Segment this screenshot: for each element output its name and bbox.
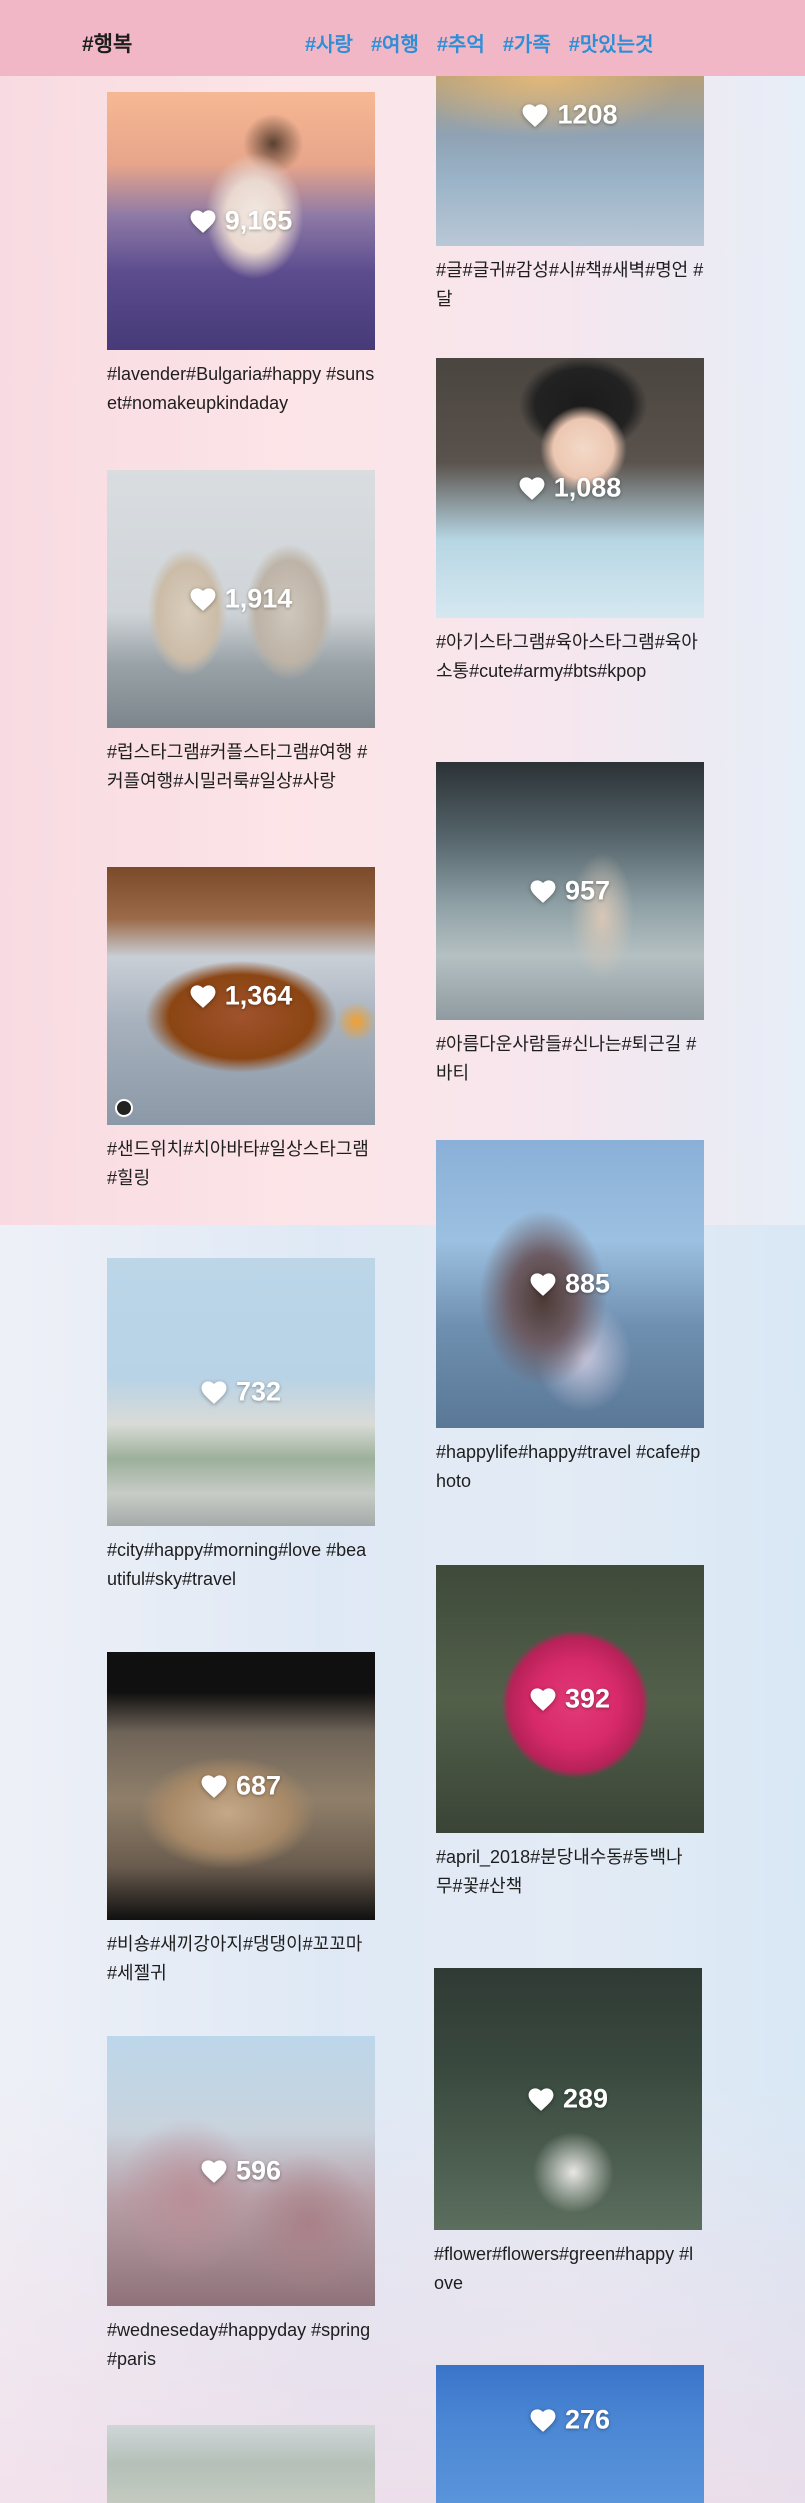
heart-icon bbox=[530, 2409, 556, 2432]
post-card[interactable] bbox=[107, 2425, 375, 2503]
heart-icon bbox=[530, 879, 556, 903]
post-photo[interactable]: 732 bbox=[107, 1258, 375, 1526]
post-card[interactable]: 289 #flower#flowers#green#happy #love bbox=[434, 1968, 702, 2298]
post-card[interactable]: 276 bbox=[436, 2365, 704, 2503]
like-count: 276 bbox=[436, 2405, 704, 2436]
heart-icon bbox=[190, 209, 216, 233]
like-count-value: 276 bbox=[564, 2404, 611, 2435]
post-tags: #글#글귀#감성#시#책#새벽#명언 #달 bbox=[436, 260, 704, 309]
nav-link-memory[interactable]: #추억 bbox=[437, 28, 485, 57]
heart-icon bbox=[530, 1272, 556, 1296]
post-tags: #wedneseday#happyday #spring#paris bbox=[107, 2320, 371, 2369]
like-count: 1,088 bbox=[436, 473, 704, 504]
like-count: 9,165 bbox=[107, 206, 375, 237]
like-count: 732 bbox=[107, 1377, 375, 1408]
post-tags: #april_2018#분당내수동#동백나 무#꽃#산책 bbox=[436, 1847, 683, 1896]
post-tags: #happylife#happy#travel #cafe#photo bbox=[436, 1442, 701, 1491]
like-count: 392 bbox=[436, 1684, 704, 1715]
heart-icon bbox=[519, 476, 545, 500]
post-card[interactable]: 9,165 #lavender#Bulgaria#happy #sunset#n… bbox=[107, 92, 375, 418]
post-card[interactable]: 1,364 #샌드위치#치아바타#일상스타그램 #힐링 bbox=[107, 867, 375, 1193]
post-tags: #비숑#새끼강아지#댕댕이#꼬꼬마 #세젤귀 bbox=[107, 1934, 363, 1983]
like-count: 289 bbox=[434, 2084, 702, 2115]
user-avatar-icon[interactable] bbox=[115, 1099, 133, 1117]
site-logo[interactable]: #행복 bbox=[82, 28, 132, 58]
post-photo[interactable]: 1,364 bbox=[107, 867, 375, 1125]
heart-icon bbox=[201, 2159, 227, 2183]
nav-link-travel[interactable]: #여행 bbox=[371, 28, 419, 57]
heart-icon bbox=[201, 1380, 227, 1404]
post-photo[interactable]: 9,165 bbox=[107, 92, 375, 350]
post-tags: #flower#flowers#green#happy #love bbox=[434, 2244, 694, 2293]
heart-icon bbox=[201, 1774, 227, 1798]
like-count: 687 bbox=[107, 1771, 375, 1802]
like-count-value: 1,914 bbox=[224, 583, 293, 614]
like-count-value: 289 bbox=[562, 2083, 609, 2114]
nav-link-family[interactable]: #가족 bbox=[503, 28, 551, 57]
heart-icon bbox=[528, 2087, 554, 2111]
post-photo[interactable]: 1,914 bbox=[107, 470, 375, 728]
like-count: 1,914 bbox=[107, 584, 375, 615]
like-count: 1,364 bbox=[107, 981, 375, 1012]
post-photo[interactable] bbox=[107, 2425, 375, 2503]
like-count-value: 596 bbox=[235, 2155, 282, 2186]
post-card[interactable]: 687 #비숑#새끼강아지#댕댕이#꼬꼬마 #세젤귀 bbox=[107, 1652, 375, 1988]
post-card[interactable]: 596 #wedneseday#happyday #spring#paris bbox=[107, 2036, 375, 2374]
like-count-value: 1,088 bbox=[553, 472, 622, 503]
post-card[interactable]: 1,088 #아기스타그램#육아스타그램#육아 소통#cute#army#bts… bbox=[436, 358, 704, 686]
like-count-value: 392 bbox=[564, 1683, 611, 1714]
heart-icon bbox=[530, 1687, 556, 1711]
post-photo[interactable]: 957 bbox=[436, 762, 704, 1020]
post-tags: #lavender#Bulgaria#happy #sunset#nomakeu… bbox=[107, 364, 375, 413]
post-photo[interactable]: 392 bbox=[436, 1565, 704, 1833]
post-card[interactable]: 392 #april_2018#분당내수동#동백나 무#꽃#산책 bbox=[436, 1565, 704, 1901]
post-card[interactable]: 1,914 #럽스타그램#커플스타그램#여행 #커플여행#시밀러룩#일상#사랑 bbox=[107, 470, 375, 796]
like-count: 885 bbox=[436, 1269, 704, 1300]
like-count: 957 bbox=[436, 876, 704, 907]
post-card[interactable]: 732 #city#happy#morning#love #beautiful#… bbox=[107, 1258, 375, 1594]
nav-menu: #사랑 #여행 #추억 #가족 #맛있는것 bbox=[305, 28, 671, 57]
post-photo[interactable]: 276 bbox=[436, 2365, 704, 2503]
post-card[interactable]: 957 #아름다운사람들#신나는#퇴근길 #바티 bbox=[436, 762, 704, 1088]
like-count: 1208 bbox=[436, 100, 704, 131]
like-count: 596 bbox=[107, 2156, 375, 2187]
post-photo[interactable]: 596 bbox=[107, 2036, 375, 2306]
post-tags: #아름다운사람들#신나는#퇴근길 #바티 bbox=[436, 1034, 697, 1083]
heart-icon bbox=[190, 587, 216, 611]
heart-icon bbox=[190, 984, 216, 1008]
post-photo[interactable]: 885 bbox=[436, 1140, 704, 1428]
post-tags: #샌드위치#치아바타#일상스타그램 #힐링 bbox=[107, 1139, 369, 1188]
post-tags: #아기스타그램#육아스타그램#육아 소통#cute#army#bts#kpop bbox=[436, 632, 698, 681]
like-count-value: 957 bbox=[564, 875, 611, 906]
post-tags: #city#happy#morning#love #beautiful#sky#… bbox=[107, 1540, 367, 1589]
post-photo[interactable]: 1,088 bbox=[436, 358, 704, 618]
nav-link-food[interactable]: #맛있는것 bbox=[569, 28, 654, 57]
like-count-value: 1,364 bbox=[224, 980, 293, 1011]
post-photo[interactable]: 289 bbox=[434, 1968, 702, 2230]
like-count-value: 885 bbox=[564, 1268, 611, 1299]
post-photo[interactable]: 687 bbox=[107, 1652, 375, 1920]
post-photo[interactable]: 1208 bbox=[436, 76, 704, 246]
like-count-value: 9,165 bbox=[224, 205, 293, 236]
post-tags: #럽스타그램#커플스타그램#여행 #커플여행#시밀러룩#일상#사랑 bbox=[107, 742, 368, 791]
nav-link-love[interactable]: #사랑 bbox=[305, 28, 353, 57]
post-card[interactable]: 885 #happylife#happy#travel #cafe#photo bbox=[436, 1140, 704, 1496]
heart-icon bbox=[522, 103, 548, 127]
post-card[interactable]: 1208 #글#글귀#감성#시#책#새벽#명언 #달 bbox=[436, 76, 704, 314]
like-count-value: 1208 bbox=[557, 99, 618, 130]
top-header: #행복 #사랑 #여행 #추억 #가족 #맛있는것 bbox=[0, 0, 805, 76]
like-count-value: 687 bbox=[235, 1770, 282, 1801]
like-count-value: 732 bbox=[235, 1376, 282, 1407]
